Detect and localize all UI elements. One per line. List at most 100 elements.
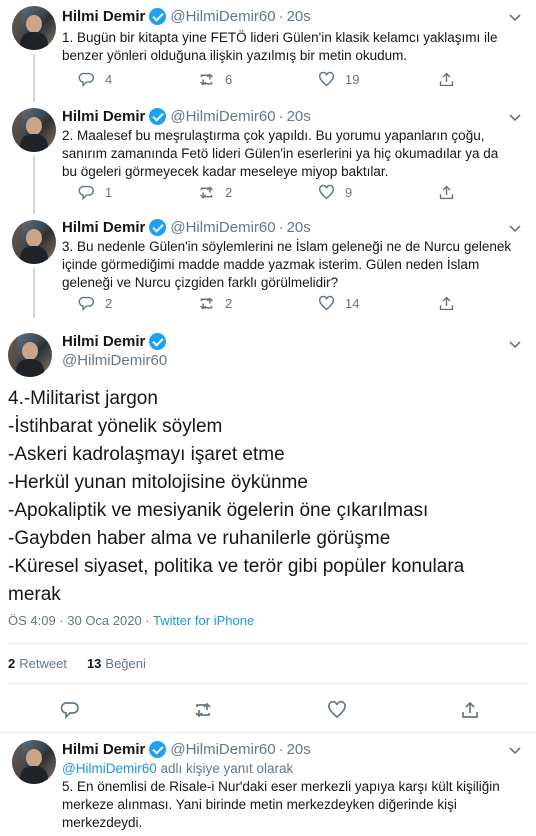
like-icon bbox=[318, 71, 335, 87]
chevron-down-icon[interactable] bbox=[508, 221, 522, 235]
tweet-text: 2. Maalesef bu meşrulaştırma çok yapıldı… bbox=[62, 128, 499, 179]
like-icon[interactable] bbox=[327, 700, 347, 720]
tweet-header: Hilmi Demir @HilmiDemir60 · 20s bbox=[62, 8, 311, 25]
author-handle[interactable]: @HilmiDemir60 bbox=[170, 219, 275, 236]
reply-count: 4 bbox=[105, 72, 113, 87]
separator-dot: · bbox=[278, 8, 284, 25]
share-icon bbox=[439, 185, 454, 200]
like-button[interactable]: 14 bbox=[318, 295, 438, 312]
retweet-count: 6 bbox=[225, 72, 233, 87]
avatar[interactable] bbox=[12, 740, 56, 784]
author-name[interactable]: Hilmi Demir bbox=[62, 741, 145, 758]
chevron-down-icon[interactable] bbox=[508, 10, 522, 24]
retweet-label: Retweet bbox=[19, 656, 67, 671]
like-total: 13 bbox=[86, 656, 102, 671]
retweet-button[interactable]: 2 bbox=[198, 295, 318, 312]
like-count: 14 bbox=[345, 296, 360, 311]
author-handle[interactable]: @HilmiDemir60 bbox=[170, 741, 275, 758]
retweet-count: 2 bbox=[225, 185, 233, 200]
avatar[interactable] bbox=[12, 6, 56, 50]
thread-line bbox=[33, 156, 35, 214]
retweet-stat[interactable]: 2 Retweet bbox=[8, 656, 67, 671]
divider bbox=[8, 643, 528, 644]
tweet-time[interactable]: 20s bbox=[287, 741, 311, 758]
like-label: Beğeni bbox=[105, 656, 146, 671]
share-button[interactable] bbox=[438, 184, 465, 201]
author-name[interactable]: Hilmi Demir bbox=[62, 8, 145, 25]
share-icon bbox=[439, 296, 454, 311]
like-stat[interactable]: 13 Beğeni bbox=[87, 656, 146, 671]
author-name[interactable]: Hilmi Demir bbox=[62, 108, 145, 125]
chevron-down-icon[interactable] bbox=[508, 743, 522, 757]
tweet-time[interactable]: 20s bbox=[287, 219, 311, 236]
reply-button[interactable]: 1 bbox=[78, 184, 198, 201]
reply-button[interactable]: 2 bbox=[78, 295, 198, 312]
separator-dot: · bbox=[278, 741, 284, 758]
reply-count: 2 bbox=[105, 296, 113, 311]
like-button[interactable]: 19 bbox=[318, 71, 438, 88]
verified-badge-icon bbox=[149, 108, 167, 125]
main-tweet-line: -Apokaliptik ve mesiyanik ögelerin öne ç… bbox=[8, 500, 429, 521]
verified-badge-icon bbox=[149, 333, 167, 350]
reply-icon bbox=[78, 185, 95, 201]
main-tweet-line: merak bbox=[8, 584, 61, 605]
main-tweet-header: Hilmi Demir @HilmiDemir60 bbox=[62, 333, 170, 369]
like-count: 19 bbox=[345, 72, 360, 87]
avatar[interactable] bbox=[12, 220, 56, 264]
divider bbox=[8, 683, 528, 684]
main-tweet-text: 4.-Militarist jargon -İstihbarat yönelik… bbox=[8, 385, 528, 609]
tweet-header: Hilmi Demir @HilmiDemir60 · 20s bbox=[62, 741, 311, 758]
section-divider bbox=[0, 732, 536, 733]
author-handle[interactable]: @HilmiDemir60 bbox=[62, 352, 170, 369]
like-button[interactable]: 9 bbox=[318, 184, 438, 201]
retweet-icon bbox=[200, 186, 213, 199]
tweet-text: 1. Bugün bir kitapta yine FETÖ lideri Gü… bbox=[62, 30, 498, 63]
verified-badge-icon bbox=[149, 741, 167, 758]
tweet-header: Hilmi Demir @HilmiDemir60 · 20s bbox=[62, 108, 311, 125]
main-tweet-line: -Küresel siyaset, politika ve terör gibi… bbox=[8, 556, 465, 577]
author-handle[interactable]: @HilmiDemir60 bbox=[170, 108, 275, 125]
like-icon bbox=[318, 184, 335, 200]
reply-icon[interactable] bbox=[60, 700, 80, 720]
reply-icon bbox=[78, 72, 95, 88]
reply-count: 1 bbox=[105, 185, 113, 200]
share-button[interactable] bbox=[438, 71, 465, 88]
author-name[interactable]: Hilmi Demir bbox=[62, 333, 145, 350]
reply-button[interactable]: 4 bbox=[78, 71, 198, 88]
main-tweet-actions bbox=[60, 700, 480, 720]
like-icon bbox=[318, 295, 335, 311]
share-icon[interactable] bbox=[460, 700, 480, 720]
share-button[interactable] bbox=[438, 295, 465, 312]
main-tweet-line: -İstihbarat yönelik söylem bbox=[8, 416, 223, 437]
tweet-actions: 2 2 14 bbox=[78, 295, 465, 312]
retweet-icon bbox=[200, 73, 213, 86]
like-count: 9 bbox=[345, 185, 353, 200]
retweet-icon[interactable] bbox=[193, 700, 213, 720]
main-tweet-line: -Herkül yunan mitolojisine öykünme bbox=[8, 472, 308, 493]
thread-line bbox=[33, 54, 35, 102]
tweet-time[interactable]: 20s bbox=[287, 8, 311, 25]
author-name[interactable]: Hilmi Demir bbox=[62, 219, 145, 236]
chevron-down-icon[interactable] bbox=[508, 337, 522, 351]
verified-badge-icon bbox=[149, 219, 167, 236]
author-handle[interactable]: @HilmiDemir60 bbox=[170, 8, 275, 25]
main-tweet-line: 4.-Militarist jargon bbox=[8, 388, 158, 409]
retweet-total: 2 bbox=[8, 656, 16, 671]
reply-to-mention[interactable]: @HilmiDemir60 bbox=[62, 761, 157, 776]
reply-icon bbox=[78, 296, 95, 312]
retweet-button[interactable]: 6 bbox=[198, 71, 318, 88]
avatar[interactable] bbox=[8, 333, 52, 377]
share-icon bbox=[439, 72, 454, 87]
retweet-count: 2 bbox=[225, 296, 233, 311]
tweet-text: 3. Bu nedenle Gülen'in söylemlerini ne İ… bbox=[62, 239, 512, 290]
tweet-timestamp[interactable]: ÖS 4:09 · 30 Oca 2020 · bbox=[8, 613, 153, 628]
retweet-button[interactable]: 2 bbox=[198, 184, 318, 201]
tweet-time[interactable]: 20s bbox=[287, 108, 311, 125]
avatar[interactable] bbox=[12, 108, 56, 152]
tweet-source-link[interactable]: Twitter for iPhone bbox=[153, 613, 254, 628]
reply-to-suffix: adlı kişiye yanıt olarak bbox=[156, 761, 294, 776]
chevron-down-icon[interactable] bbox=[508, 110, 522, 124]
reply-context: @HilmiDemir60 adlı kişiye yanıt olarak bbox=[62, 760, 512, 778]
tweet-header: Hilmi Demir @HilmiDemir60 · 20s bbox=[62, 219, 311, 236]
thread-line bbox=[33, 268, 35, 318]
